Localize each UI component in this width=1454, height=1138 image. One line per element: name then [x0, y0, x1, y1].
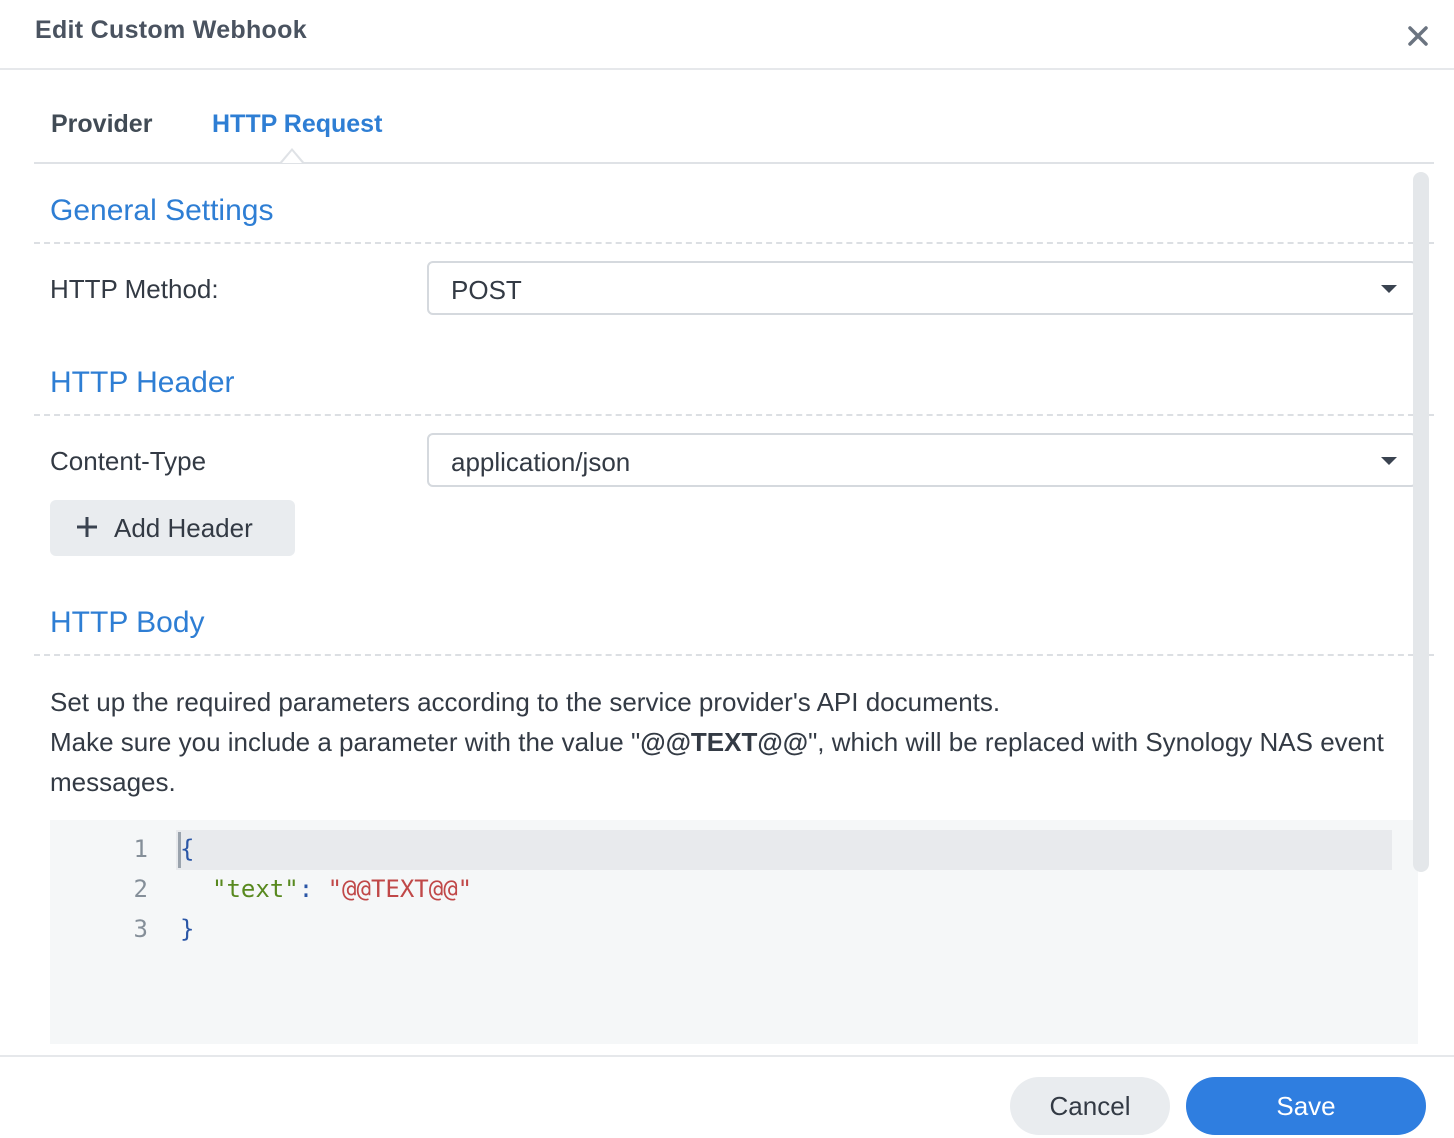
- save-button-label: Save: [1276, 1091, 1336, 1121]
- section-divider: [34, 414, 1434, 416]
- section-divider: [34, 242, 1434, 244]
- close-icon[interactable]: [1400, 18, 1436, 54]
- section-title-http-header: HTTP Header: [50, 366, 235, 399]
- http-body-description: Set up the required parameters according…: [50, 682, 1420, 802]
- code-line: "text": "@@TEXT@@": [212, 875, 472, 903]
- cancel-button-label: Cancel: [1049, 1091, 1131, 1121]
- section-title-general-settings: General Settings: [50, 194, 274, 227]
- active-line-highlight: [176, 830, 1392, 870]
- http-method-label: HTTP Method:: [50, 274, 219, 304]
- description-line-2: Make sure you include a parameter with t…: [50, 722, 1420, 802]
- content-scrollbar[interactable]: [1413, 172, 1429, 872]
- line-number: 2: [133, 875, 148, 903]
- dialog-title: Edit Custom Webhook: [35, 16, 307, 44]
- description-line-1: Set up the required parameters according…: [50, 687, 1001, 717]
- http-method-select[interactable]: POST: [427, 261, 1417, 315]
- code-line: }: [180, 915, 194, 943]
- description-text: Make sure you include a parameter with t…: [50, 727, 641, 757]
- http-method-value: POST: [451, 275, 522, 305]
- line-number: 1: [133, 835, 148, 863]
- code-colon: :: [298, 875, 328, 903]
- dialog-titlebar: Edit Custom Webhook: [0, 0, 1454, 70]
- code-close-brace: }: [180, 915, 195, 943]
- cancel-button[interactable]: Cancel: [1010, 1077, 1170, 1135]
- dialog-footer: Cancel Save: [0, 1055, 1454, 1138]
- add-header-label: Add Header: [114, 513, 253, 543]
- code-string-value: "@@TEXT@@": [327, 875, 473, 903]
- dialog-content: General Settings HTTP Method: POST HTTP …: [0, 164, 1454, 1054]
- section-title-http-body: HTTP Body: [50, 606, 205, 639]
- content-type-select[interactable]: application/json: [427, 433, 1417, 487]
- save-button[interactable]: Save: [1186, 1077, 1426, 1135]
- chevron-down-icon: [1381, 285, 1397, 293]
- tab-http-request[interactable]: HTTP Request: [212, 110, 382, 139]
- code-open-brace: {: [180, 835, 195, 863]
- plus-icon: [74, 514, 100, 540]
- tab-provider[interactable]: Provider: [51, 110, 152, 139]
- code-line: {: [180, 835, 194, 863]
- content-type-label: Content-Type: [50, 446, 207, 476]
- line-number: 3: [133, 915, 148, 943]
- code-key: "text": [212, 875, 299, 903]
- section-divider: [34, 654, 1434, 656]
- tab-bar: Provider HTTP Request: [34, 72, 1434, 164]
- description-placeholder-token: @@TEXT@@: [640, 727, 809, 757]
- http-body-code-editor[interactable]: 1 2 3 { "text": "@@TEXT@@" }: [50, 820, 1418, 1044]
- content-type-value: application/json: [451, 447, 631, 477]
- add-header-button[interactable]: Add Header: [50, 500, 295, 556]
- chevron-down-icon: [1381, 457, 1397, 465]
